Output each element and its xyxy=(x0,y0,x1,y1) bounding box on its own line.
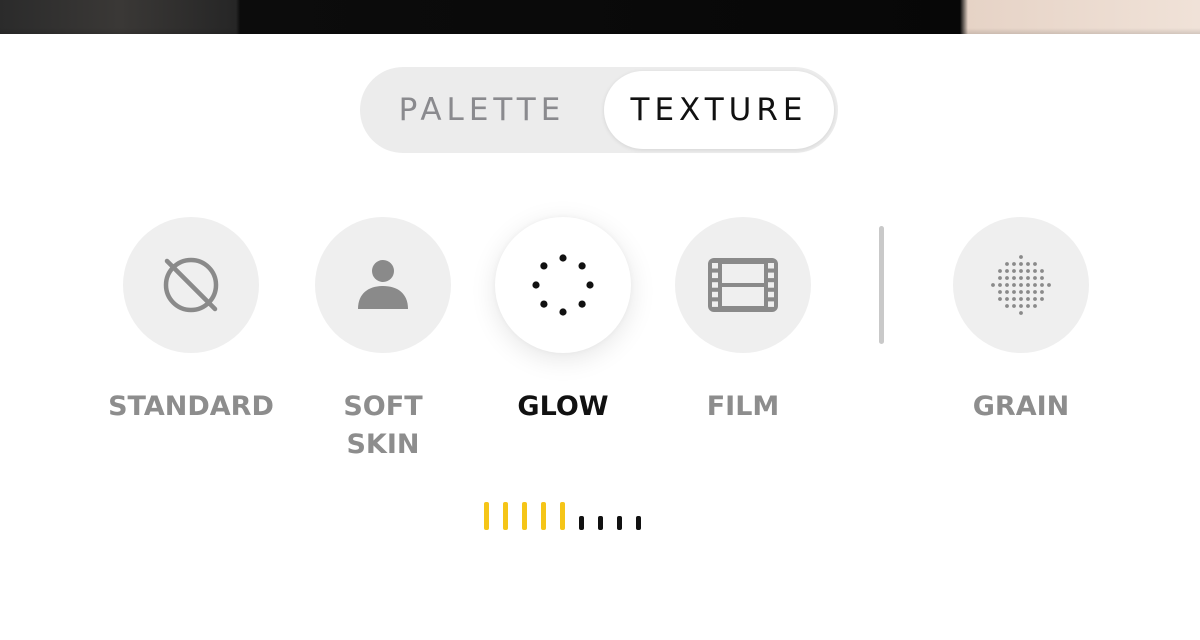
grain-label: GRAIN xyxy=(972,391,1070,422)
intensity-tick xyxy=(636,516,641,530)
intensity-tick xyxy=(579,516,584,530)
soft-skin-option-button[interactable] xyxy=(315,217,451,353)
glow-label: GLOW xyxy=(517,391,609,422)
tab-palette[interactable]: PALETTE xyxy=(364,71,600,149)
standard-option-button[interactable] xyxy=(123,217,259,353)
film-strip-icon xyxy=(708,258,778,312)
mode-segmented-control: PALETTE TEXTURE xyxy=(360,67,838,153)
intensity-tick xyxy=(484,502,489,530)
dot-grid-icon xyxy=(991,255,1051,315)
intensity-tick xyxy=(503,502,508,530)
tab-texture[interactable]: TEXTURE xyxy=(604,71,834,149)
intensity-tick xyxy=(522,502,527,530)
intensity-tick xyxy=(598,516,603,530)
film-label: FILM xyxy=(706,391,780,422)
disabled-circle-icon xyxy=(163,257,219,313)
soft-skin-label: SOFT SKIN xyxy=(283,388,483,464)
photo-preview xyxy=(0,0,1200,34)
soft-skin-label-line2: SKIN xyxy=(346,429,420,460)
dotted-circle-icon xyxy=(532,254,594,316)
glow-option-button[interactable] xyxy=(495,217,631,353)
intensity-tick xyxy=(560,502,565,530)
standard-label: STANDARD xyxy=(108,391,274,422)
grain-option-button[interactable] xyxy=(953,217,1089,353)
intensity-tick xyxy=(541,502,546,530)
film-option-button[interactable] xyxy=(675,217,811,353)
intensity-tick xyxy=(617,516,622,530)
intensity-slider[interactable] xyxy=(480,500,650,532)
soft-skin-label-line1: SOFT xyxy=(343,391,423,422)
person-icon xyxy=(358,260,408,309)
options-divider xyxy=(879,226,884,344)
